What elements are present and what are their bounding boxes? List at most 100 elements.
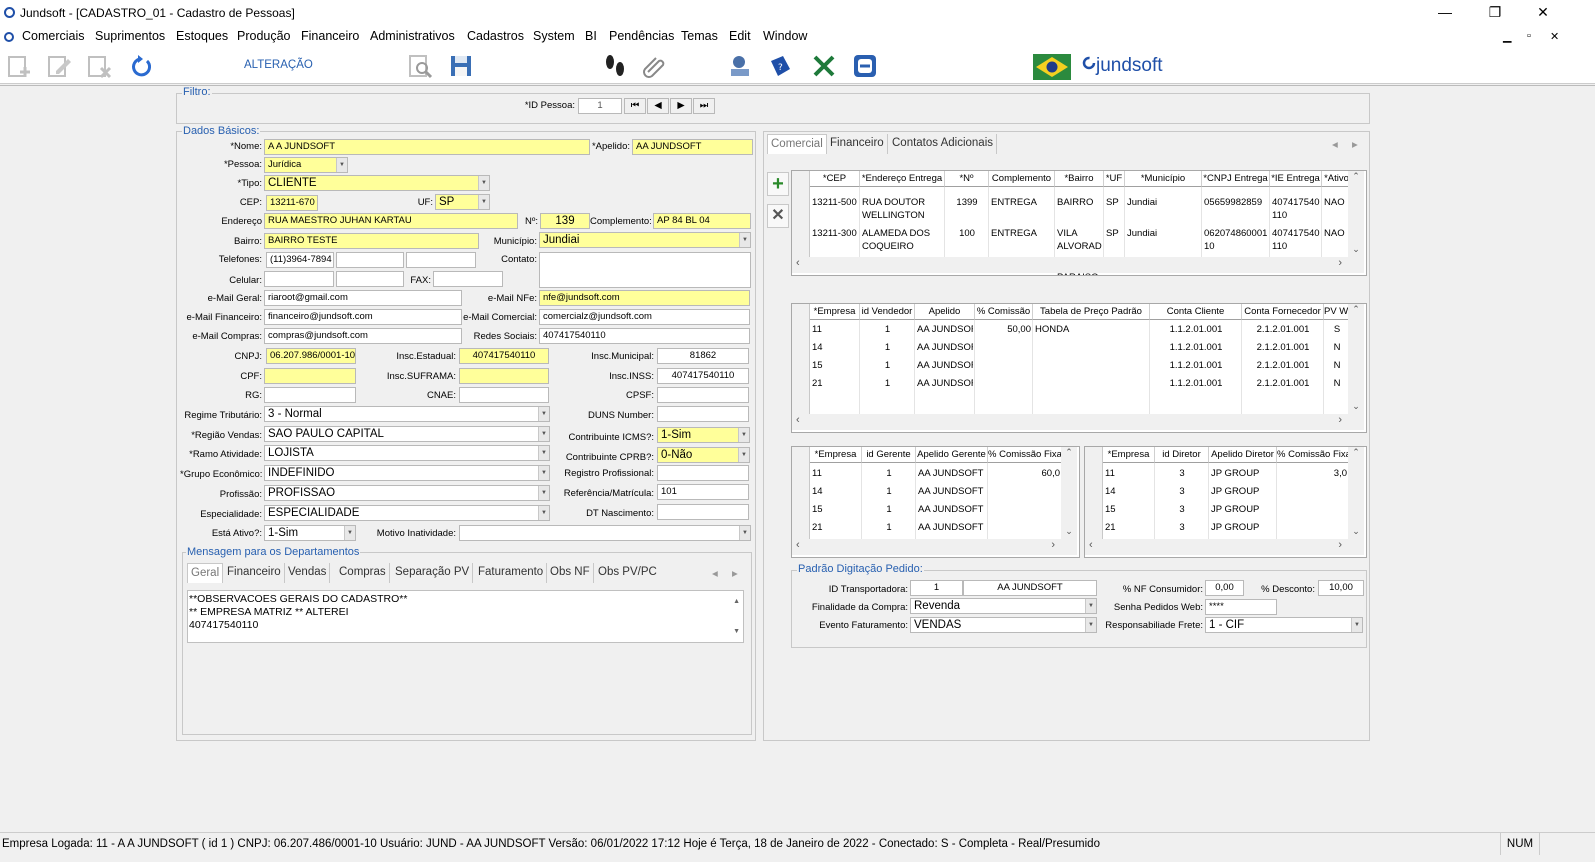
refresh-icon[interactable] (128, 53, 154, 79)
column-header[interactable]: *UF (1104, 171, 1125, 187)
scroll-up-icon[interactable]: ⌃ (1348, 447, 1364, 458)
municipio-select[interactable]: Jundiai ▼ (539, 232, 751, 248)
column-header[interactable]: *Empresa (810, 447, 862, 463)
director-row-cell[interactable]: JP GROUP (1211, 503, 1275, 516)
scroll-left-icon[interactable]: ‹ (796, 257, 800, 269)
menu-pendencias[interactable]: Pendências (609, 29, 674, 43)
address-row-cell[interactable]: SP (1106, 227, 1123, 240)
scroll-left-icon[interactable]: ‹ (796, 414, 800, 426)
seller-row-cell[interactable]: 2.1.2.01.001 (1244, 359, 1322, 372)
manager-row-cell[interactable]: 60,0 (990, 467, 1061, 480)
seller-row-cell[interactable]: 11 (812, 323, 858, 336)
insc-estadual-input[interactable]: 407417540110 (459, 348, 549, 364)
ativo-select[interactable]: 1-Sim ▼ (264, 525, 356, 541)
address-row-cell[interactable]: NAO (1324, 196, 1350, 209)
id-pessoa-input[interactable]: 1 (578, 98, 622, 114)
edit-record-icon[interactable] (46, 53, 72, 79)
email-financeiro-input[interactable]: financeiro@jundsoft.com (264, 309, 462, 325)
tipo-select[interactable]: CLIENTE ▼ (264, 175, 490, 191)
row-selector-column[interactable] (792, 447, 810, 541)
search-record-icon[interactable] (407, 53, 433, 79)
seller-row-cell[interactable]: 1.1.2.01.001 (1152, 323, 1240, 336)
scroll-down-icon[interactable]: ⌄ (1348, 401, 1364, 412)
column-header[interactable]: Apelido Gerente (916, 447, 988, 463)
transportadora-id-input[interactable]: 1 (910, 580, 963, 596)
icms-select[interactable]: 1-Sim ▼ (657, 427, 750, 443)
dtnasc-input[interactable] (657, 504, 749, 520)
row-selector-column[interactable] (792, 171, 810, 259)
menu-bi[interactable]: BI (585, 29, 597, 43)
scroll-down-icon[interactable]: ⌄ (1061, 526, 1077, 537)
seller-row-cell[interactable]: 1 (862, 341, 913, 354)
address-row-cell[interactable]: 100 (947, 227, 987, 240)
tab-scroll-right-icon[interactable]: ▸ (732, 566, 738, 580)
cnpj-input[interactable]: 06.207.986/0001-10 (266, 348, 356, 364)
seller-row-cell[interactable]: 1.1.2.01.001 (1152, 359, 1240, 372)
scroll-down-icon[interactable]: ⌄ (1348, 244, 1364, 255)
director-row-cell[interactable]: JP GROUP (1211, 521, 1275, 534)
seller-row-cell[interactable]: 1.1.2.01.001 (1152, 377, 1240, 390)
scroll-right-icon[interactable]: › (1338, 539, 1342, 551)
address-row-cell[interactable]: SP (1106, 196, 1123, 209)
celular-1-input[interactable] (264, 271, 334, 287)
duns-input[interactable] (657, 406, 749, 422)
scroll-right-icon[interactable]: › (1338, 414, 1342, 426)
column-header[interactable]: PV WE (1324, 304, 1350, 320)
column-header[interactable]: % Comissão (975, 304, 1033, 320)
motivo-select[interactable]: ▼ (459, 525, 751, 541)
manager-row-cell[interactable]: AA JUNDSOFT (918, 521, 986, 534)
delete-record-icon[interactable] (86, 53, 112, 79)
horizontal-scrollbar[interactable]: ‹ › (792, 257, 1364, 273)
scroll-up-icon[interactable]: ▲ (733, 595, 740, 608)
nav-next-button[interactable]: ▶ (670, 98, 692, 114)
rg-input[interactable] (264, 387, 356, 403)
address-row-cell[interactable]: 062074860001 10 (1204, 227, 1268, 253)
redes-sociais-input[interactable]: 407417540110 (539, 328, 750, 344)
address-row-cell[interactable]: ENTREGA (991, 227, 1053, 240)
address-row-cell[interactable]: BAIRRO (1057, 196, 1102, 209)
address-row-cell[interactable]: Jundiai (1127, 227, 1200, 240)
column-header[interactable]: Tabela de Preço Padrão (1033, 304, 1150, 320)
scroll-up-icon[interactable]: ⌃ (1348, 171, 1364, 182)
message-textarea[interactable]: **OBSERVACOES GERAIS DO CADASTRO** ** EM… (187, 590, 744, 643)
column-header[interactable]: *Nº (945, 171, 989, 187)
cpsf-input[interactable] (657, 387, 749, 403)
tab-faturamento[interactable]: Faturamento (475, 563, 548, 583)
maximize-button[interactable]: ❐ (1472, 0, 1518, 26)
email-nfe-input[interactable]: nfe@jundsoft.com (539, 290, 750, 306)
row-selector-column[interactable] (1085, 447, 1103, 541)
column-header[interactable]: *Empresa (1103, 447, 1155, 463)
column-header[interactable]: *IE Entrega (1270, 171, 1322, 187)
save-icon[interactable] (448, 53, 474, 79)
manager-row-cell[interactable]: 1 (864, 467, 914, 480)
menu-cadastros[interactable]: Cadastros (467, 29, 524, 43)
excel-export-icon[interactable] (811, 53, 837, 79)
close-button[interactable]: ✕ (1520, 0, 1566, 26)
column-header[interactable]: *Município (1125, 171, 1202, 187)
seller-row-cell[interactable]: 1 (862, 377, 913, 390)
director-row-cell[interactable]: 3 (1157, 485, 1207, 498)
tab-obs-nf[interactable]: Obs NF (547, 563, 594, 583)
address-row-cell[interactable]: 13211-300 (812, 227, 858, 240)
celular-2-input[interactable] (336, 271, 404, 287)
address-row-cell[interactable]: 407417540 110 (1272, 227, 1320, 253)
manager-row-cell[interactable]: 21 (812, 521, 860, 534)
exit-icon[interactable] (852, 53, 878, 79)
menu-temas[interactable]: Temas (681, 29, 718, 43)
director-row-cell[interactable]: JP GROUP (1211, 485, 1275, 498)
email-geral-input[interactable]: riaroot@gmail.com (264, 290, 462, 306)
column-header[interactable]: Apelido Diretor (1209, 447, 1277, 463)
column-header[interactable]: % Comissão Fixa (988, 447, 1062, 463)
scroll-down-icon[interactable]: ▼ (733, 625, 740, 638)
help-book-icon[interactable]: ? (767, 53, 793, 79)
director-row-cell[interactable]: 14 (1105, 485, 1153, 498)
manager-row-cell[interactable]: AA JUNDSOFT (918, 503, 986, 516)
nav-first-button[interactable]: ⏮ (624, 98, 646, 114)
seller-row-cell[interactable]: 15 (812, 359, 858, 372)
seller-row-cell[interactable]: HONDA (1035, 323, 1148, 336)
map-user-icon[interactable] (727, 53, 753, 79)
insc-municipal-input[interactable]: 81862 (657, 348, 749, 364)
cprb-select[interactable]: 0-Não ▼ (657, 447, 750, 463)
scroll-right-icon[interactable]: › (1338, 257, 1342, 269)
pessoa-select[interactable]: Jurídica ▼ (264, 157, 348, 173)
